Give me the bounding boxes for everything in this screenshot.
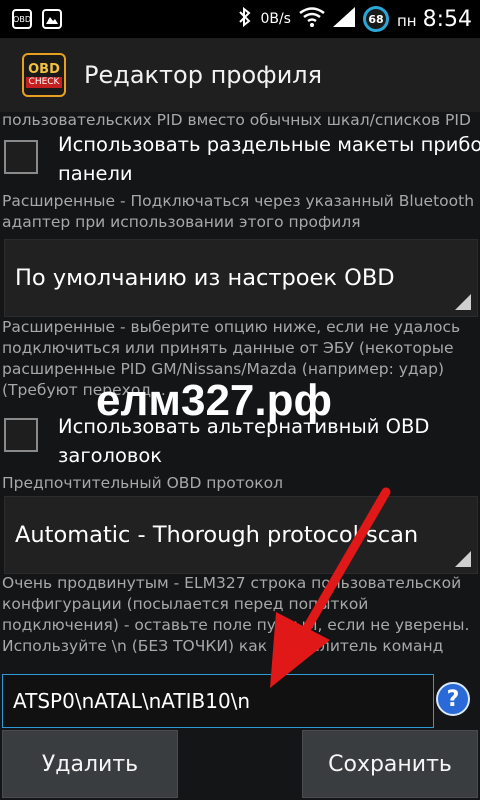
save-button[interactable]: Сохранить [302,730,478,798]
bottom-button-bar: Удалить Сохранить [0,728,480,800]
bluetooth-adapter-spinner[interactable]: По умолчанию из настроек OBD [4,239,478,317]
dropdown-corner-icon [455,551,471,567]
protocol-spinner[interactable]: Automatic - Thorough protocol scan [4,496,478,574]
obd-notification-icon: OBD [12,9,32,29]
alt-header-checkbox[interactable] [4,418,38,452]
dropdown-corner-icon [455,294,471,310]
signal-icon [332,7,355,31]
desc-protocol: Предпочтительный OBD протокол [2,474,284,492]
gallery-notification-icon [42,9,62,29]
desc-header-line1: Расширенные - выберите опцию ниже, если … [2,318,461,336]
network-speed: 0B/s [260,11,291,27]
desc-bluetooth-line2: адаптер при использовании этого профиля [2,213,361,231]
page-title: Редактор профиля [84,61,323,89]
desc-init-line1: Очень продвинутым - ELM327 строка пользо… [2,574,462,592]
desc-custom-pid: пользовательских PID вместо обычных шкал… [2,112,471,129]
help-icon[interactable]: ? [436,682,470,716]
alt-header-label-line2: заголовок [58,444,163,467]
bluetooth-icon [238,6,252,32]
wifi-icon [299,7,325,31]
desc-init-line2: конфигурации (посылается перед попыткой [2,595,369,613]
status-bar: OBD 0B/s 68 пн 8:54 [0,0,480,38]
separate-layouts-label-line1: Использовать раздельные макеты приборной [58,133,480,156]
protocol-value: Automatic - Thorough protocol scan [15,522,419,548]
desc-bluetooth-line1: Расширенные - Подключаться через указанн… [2,192,475,210]
delete-button[interactable]: Удалить [2,730,178,798]
profile-settings-list[interactable]: пользовательских PID вместо обычных шкал… [0,112,480,728]
separate-layouts-label-line2: панели [58,162,133,185]
clock: пн 8:54 [396,6,472,32]
action-bar: OBD CHECK Редактор профиля [0,38,480,112]
watermark: елм327.рф [96,376,332,425]
battery-icon: 68 [362,6,389,32]
desc-header-line2: подключиться или принять данные от ЭБУ (… [2,339,454,357]
desc-init-line4: Используйте \n (БЕЗ ТОЧКИ) как разделите… [2,637,444,655]
app-logo-icon[interactable]: OBD CHECK [22,53,66,97]
bluetooth-adapter-value: По умолчанию из настроек OBD [15,265,395,291]
init-string-input[interactable]: ATSP0\nATAL\nATIB10\n [2,674,434,728]
separate-layouts-checkbox[interactable] [4,140,38,174]
desc-init-line3: подключения) - оставьте поле пустым, есл… [2,616,470,634]
